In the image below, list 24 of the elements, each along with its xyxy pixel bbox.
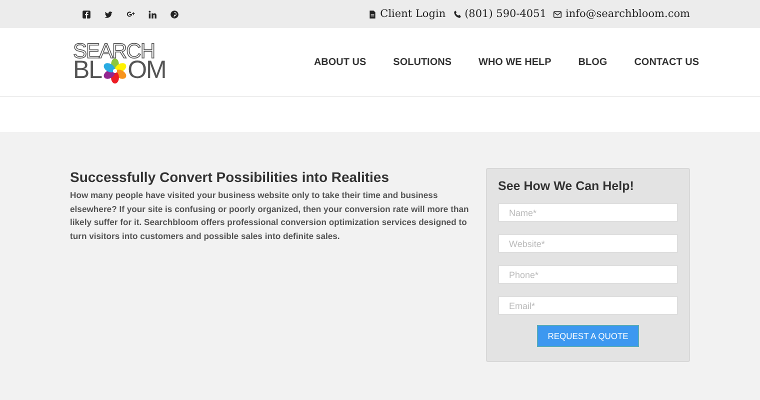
document-icon: [368, 10, 378, 18]
section-heading: Successfully Convert Possibilities into Realities: [70, 169, 390, 185]
envelope-icon: [553, 10, 562, 18]
nav-link[interactable]: WHO WE HELP: [478, 56, 552, 68]
form-title: See How We Can Help!: [498, 179, 635, 193]
nav-link[interactable]: ABOUT US: [314, 56, 366, 68]
phone-link[interactable]: (801) 590-4051: [464, 8, 546, 20]
pinterest-icon[interactable]: [170, 10, 179, 18]
facebook-icon[interactable]: [82, 10, 91, 18]
input-field[interactable]: Email*: [498, 296, 678, 315]
input-field[interactable]: Name*: [498, 203, 678, 222]
linkedin-icon[interactable]: [148, 10, 157, 18]
nav-link[interactable]: BLOG: [578, 56, 608, 68]
phone-icon: [452, 10, 462, 18]
google-plus-icon[interactable]: [126, 10, 135, 18]
nav-link[interactable]: CONTACT US: [634, 56, 699, 68]
input-field[interactable]: Phone*: [498, 265, 678, 284]
input-field[interactable]: Website*: [498, 234, 678, 253]
flower-icon: [102, 58, 128, 84]
email-link[interactable]: info@searchbloom.com: [565, 8, 690, 20]
nav-link[interactable]: SOLUTIONS: [393, 56, 452, 68]
bird-icon[interactable]: [104, 10, 113, 18]
body-paragraph: How many people have visited your business website only to take their time and business elsewhere? If your site is confusing or poorly organized, then your conversion rate will more than likely suffer for it. Searchbloom offers professional conversion optimization services designed to turn visitors into customers and possible sales into definite sales.: [70, 189, 470, 243]
client-login-link[interactable]: Client Login: [380, 8, 446, 20]
